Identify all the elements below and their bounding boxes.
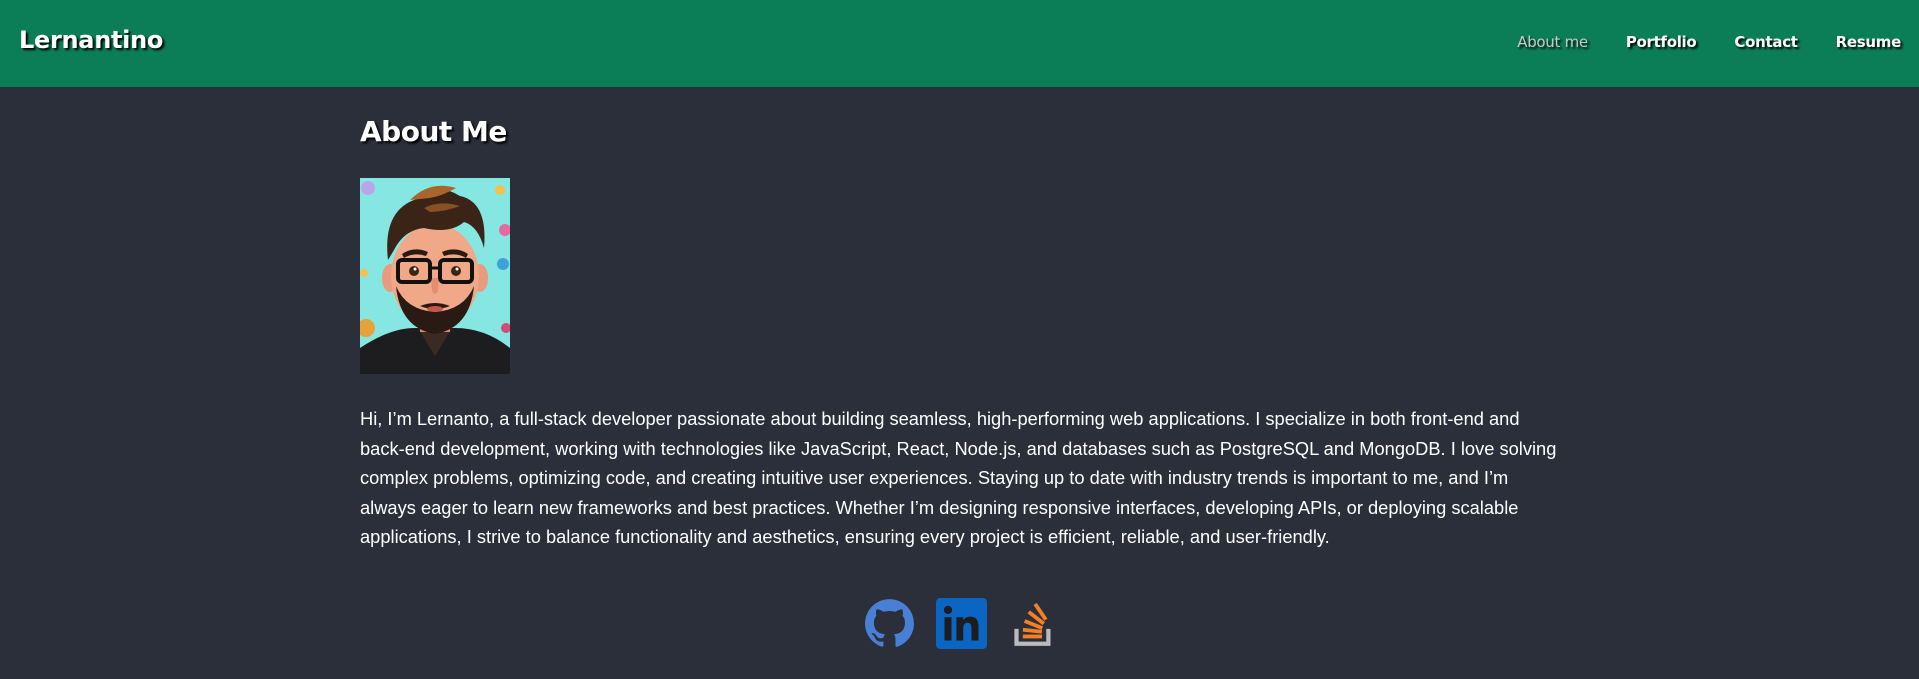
main-nav: About me Portfolio Contact Resume xyxy=(1517,33,1901,51)
site-header: Lernantino About me Portfolio Contact Re… xyxy=(0,0,1919,87)
brand-logo-text[interactable]: Lernantino xyxy=(19,26,163,54)
github-icon xyxy=(865,599,914,647)
nav-link-about-me[interactable]: About me xyxy=(1517,33,1588,51)
nav-link-resume[interactable]: Resume xyxy=(1836,33,1902,51)
stackoverflow-icon xyxy=(1014,602,1051,646)
linkedin-icon xyxy=(936,598,987,649)
page-title: About Me xyxy=(360,115,507,148)
social-links xyxy=(864,598,1059,649)
github-link[interactable] xyxy=(864,598,915,649)
stackoverflow-link[interactable] xyxy=(1008,598,1059,649)
linkedin-link[interactable] xyxy=(936,598,987,649)
bio-paragraph: Hi, I’m Lernanto, a full-stack developer… xyxy=(360,408,1557,547)
nav-link-contact[interactable]: Contact xyxy=(1734,33,1798,51)
about-section: About Me Hi, I’m Lernanto, a full-stack … xyxy=(360,87,1560,547)
avatar xyxy=(360,178,510,374)
nav-link-portfolio[interactable]: Portfolio xyxy=(1626,33,1697,51)
